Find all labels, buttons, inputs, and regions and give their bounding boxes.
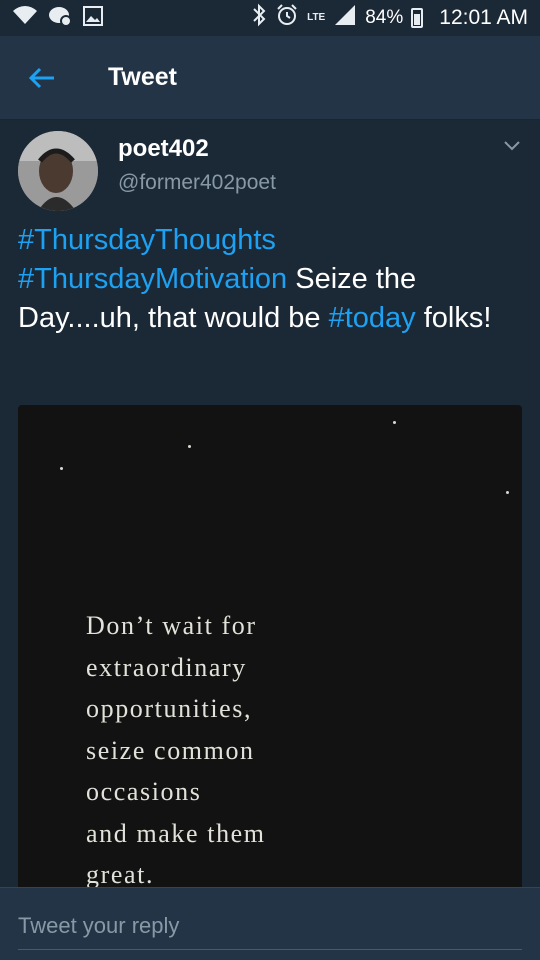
clock: 12:01 AM [439, 6, 528, 29]
display-name[interactable]: poet402 [118, 135, 209, 163]
reply-bar [0, 887, 540, 960]
chevron-down-icon[interactable] [500, 133, 524, 157]
quote-line: extraordinary [86, 652, 247, 682]
hashtag-link[interactable]: #ThursdayThoughts [18, 224, 276, 256]
app-bar: Tweet [0, 36, 540, 120]
image-icon [82, 5, 104, 32]
battery-percent: 84% [365, 7, 404, 28]
star-speck [506, 491, 509, 494]
user-handle[interactable]: @former402poet [118, 171, 276, 195]
image-quote: Don’t wait for extraordinary opportunities… [86, 605, 266, 896]
quote-line: seize common [86, 735, 255, 765]
status-bar: LTE 84% 12:01 AM [0, 0, 540, 36]
signal-icon [333, 5, 357, 31]
battery-icon [411, 8, 424, 28]
avatar[interactable] [18, 131, 98, 211]
quote-line: opportunities, [86, 694, 253, 723]
quote-line: occasions [86, 777, 202, 806]
quote-line: Don’t wait for [86, 611, 257, 640]
arrow-left-icon [28, 67, 54, 88]
alarm-icon [275, 3, 299, 33]
page-title: Tweet [108, 63, 177, 91]
hashtag-link[interactable]: #today [329, 302, 416, 334]
hashtag-link[interactable]: #ThursdayMotivation [18, 263, 287, 295]
wifi-icon [12, 5, 38, 31]
bluetooth-icon [251, 3, 267, 33]
back-button[interactable] [12, 48, 72, 108]
star-speck [188, 445, 191, 448]
tweet-image[interactable]: Don’t wait for extraordinary opportunities… [18, 405, 522, 905]
quote-line: and make them [86, 818, 266, 848]
notification-icon [48, 5, 72, 32]
tweet-text: #ThursdayThoughts #ThursdayMotivation Se… [18, 221, 523, 338]
reply-input[interactable] [18, 902, 522, 950]
star-speck [393, 421, 396, 424]
star-speck [60, 467, 63, 470]
tweet-text-segment: folks! [415, 302, 492, 334]
lte-icon: LTE [307, 12, 326, 23]
